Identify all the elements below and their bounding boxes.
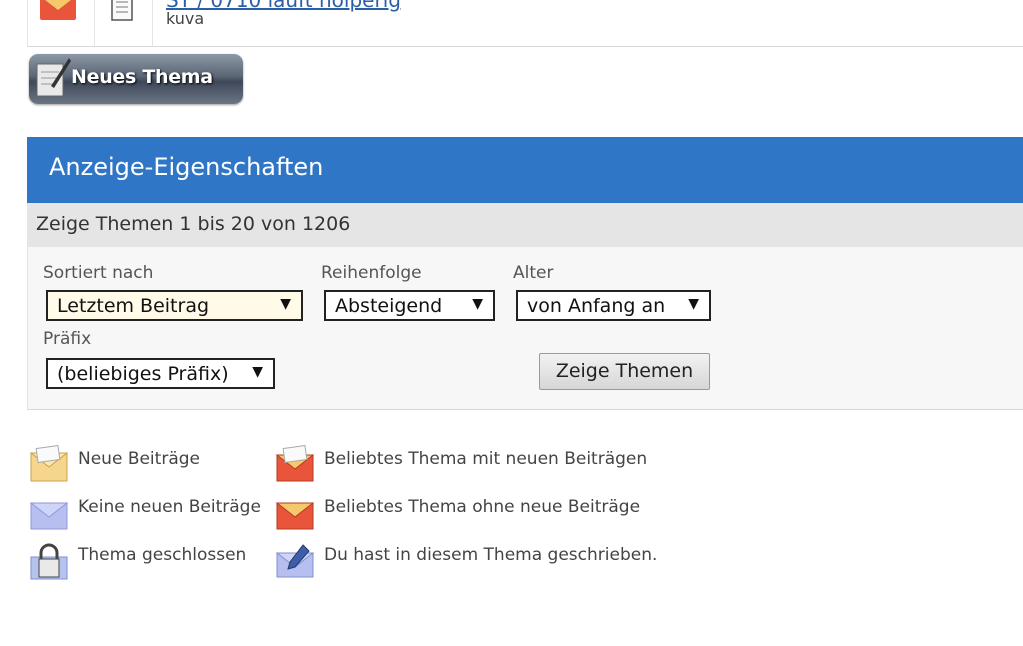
order-select[interactable]: Absteigend ▼ [324, 290, 495, 321]
age-label: Alter [513, 263, 554, 283]
legend-label: Keine neuen Beiträge [78, 497, 261, 517]
lock-icon [30, 543, 68, 580]
sort-label: Sortiert nach [43, 263, 154, 283]
topics-count-text: Zeige Themen 1 bis 20 von 1206 [36, 213, 351, 235]
thread-status-cell [28, 0, 95, 46]
order-select-value: Absteigend [335, 295, 443, 317]
show-topics-button[interactable]: Zeige Themen [539, 353, 710, 390]
new-topic-label: Neues Thema [71, 66, 213, 88]
order-label: Reihenfolge [321, 263, 422, 283]
sort-select[interactable]: Letztem Beitrag ▼ [46, 290, 303, 321]
display-options-title: Anzeige-Eigenschaften [49, 153, 324, 181]
thread-icon-cell [94, 0, 153, 46]
prefix-select[interactable]: (beliebiges Präfix) ▼ [46, 358, 275, 389]
envelope-hot-new-icon [275, 445, 315, 482]
age-select-value: von Anfang an [527, 295, 666, 317]
thread-row: ST / 0710 lauft holperig kuva [27, 0, 1023, 47]
document-icon [111, 0, 133, 21]
legend-label: Beliebtes Thema mit neuen Beiträgen [324, 449, 648, 469]
chevron-down-icon: ▼ [472, 296, 483, 312]
legend-label: Thema geschlossen [78, 545, 247, 565]
display-options-header: Anzeige-Eigenschaften [27, 137, 1023, 203]
thread-author: kuva [166, 9, 205, 28]
age-select[interactable]: von Anfang an ▼ [516, 290, 711, 321]
legend-label: Beliebtes Thema ohne neue Beiträge [324, 497, 641, 517]
legend-label: Du hast in diesem Thema geschrieben. [324, 545, 658, 565]
legend-label: Neue Beiträge [78, 449, 200, 469]
topics-count-bar: Zeige Themen 1 bis 20 von 1206 [27, 203, 1023, 248]
envelope-posted-icon [275, 544, 315, 578]
quill-pen-icon [36, 58, 71, 97]
prefix-select-value: (beliebiges Präfix) [57, 363, 229, 385]
chevron-down-icon: ▼ [688, 296, 699, 312]
chevron-down-icon: ▼ [280, 296, 291, 312]
envelope-hot-icon [275, 502, 315, 530]
display-options-form: Sortiert nach Letztem Beitrag ▼ Reihenfo… [27, 247, 1023, 410]
envelope-icon [29, 502, 69, 530]
new-topic-button[interactable]: Neues Thema [29, 54, 243, 104]
envelope-new-icon [29, 445, 69, 482]
hot-thread-icon [40, 0, 76, 20]
sort-select-value: Letztem Beitrag [57, 295, 210, 317]
prefix-label: Präfix [43, 329, 92, 349]
chevron-down-icon: ▼ [252, 364, 263, 380]
